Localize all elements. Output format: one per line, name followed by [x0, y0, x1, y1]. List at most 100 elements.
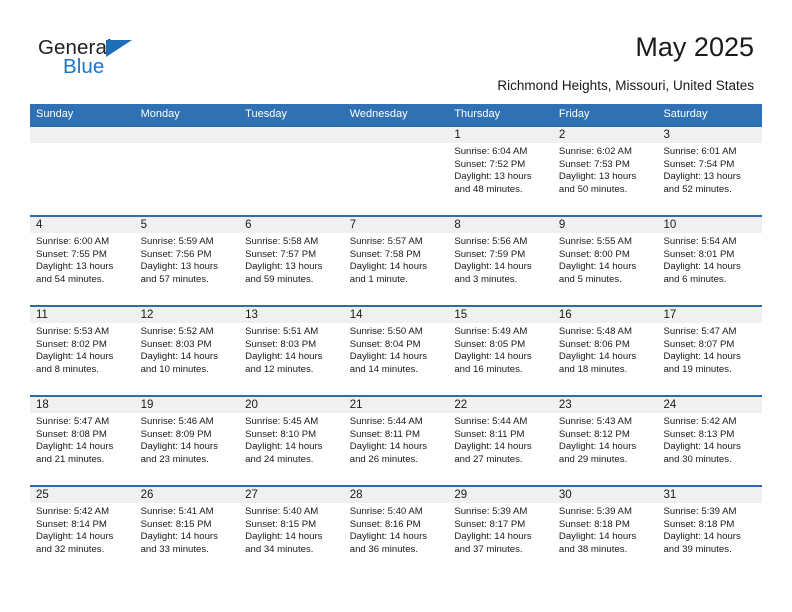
- day-number: 7: [349, 219, 357, 231]
- calendar-week-row: 1 Sunrise: 6:04 AM Sunset: 7:52 PM Daylight…: [30, 125, 763, 215]
- day-sun-info: Sunrise: 5:58 AM Sunset: 7:57 PM Daylight:…: [239, 233, 344, 286]
- calendar-day-cell[interactable]: 20 Sunrise: 5:45 AM Sunset: 8:10 PM Dayligh…: [239, 397, 344, 485]
- sunrise-text: Sunrise: 5:56 AM: [454, 236, 528, 247]
- sunset-text: Sunset: 8:11 PM: [349, 428, 420, 440]
- logo-text-blue: Blue: [63, 55, 105, 78]
- day-number-band: 20: [239, 397, 344, 413]
- calendar-day-cell[interactable]: 23 Sunrise: 5:43 AM Sunset: 8:12 PM Dayligh…: [552, 397, 658, 485]
- calendar-day-cell[interactable]: 21 Sunrise: 5:44 AM Sunset: 8:11 PM Dayligh…: [343, 397, 449, 485]
- day-number: 3: [663, 129, 670, 141]
- calendar-day-cell[interactable]: 2 Sunrise: 6:02 AM Sunset: 7:53 PM Daylight…: [552, 127, 658, 215]
- calendar-day-cell[interactable]: 8 Sunrise: 5:56 AM Sunset: 7:59 PM Daylight…: [448, 217, 553, 305]
- daylight-text-line2: and 36 minutes.: [349, 543, 419, 555]
- calendar-day-cell[interactable]: 24 Sunrise: 5:42 AM Sunset: 8:13 PM Dayligh…: [657, 397, 763, 485]
- day-sun-info: Sunrise: 5:44 AM Sunset: 8:11 PM Daylight:…: [344, 413, 449, 466]
- calendar-day-cell[interactable]: 13 Sunrise: 5:51 AM Sunset: 8:03 PM Dayligh…: [239, 307, 344, 395]
- day-sun-info: Sunrise: 5:43 AM Sunset: 8:12 PM Daylight:…: [553, 413, 658, 466]
- day-number-band: 26: [134, 487, 240, 503]
- calendar-day-cell[interactable]: 7 Sunrise: 5:57 AM Sunset: 7:58 PM Daylight…: [343, 217, 449, 305]
- page-title: May 2025: [635, 32, 754, 62]
- calendar-day-cell[interactable]: 28 Sunrise: 5:40 AM Sunset: 8:16 PM Dayligh…: [343, 487, 449, 575]
- day-number: 13: [245, 309, 258, 321]
- daylight-text-line1: Daylight: 14 hours: [140, 351, 218, 363]
- day-sun-info: Sunrise: 5:56 AM Sunset: 7:59 PM Daylight:…: [448, 233, 553, 286]
- general-blue-logo[interactable]: General Blue: [38, 36, 168, 84]
- calendar-day-cell[interactable]: 17 Sunrise: 5:47 AM Sunset: 8:07 PM Dayligh…: [657, 307, 763, 395]
- calendar-day-cell[interactable]: 31 Sunrise: 5:39 AM Sunset: 8:18 PM Dayligh…: [657, 487, 763, 575]
- calendar-day-cell[interactable]: 12 Sunrise: 5:52 AM Sunset: 8:03 PM Dayligh…: [134, 307, 240, 395]
- weekday-header-sunday: Sunday: [36, 108, 74, 120]
- sunset-text: Sunset: 8:15 PM: [245, 518, 317, 530]
- day-number-band: 9: [552, 217, 658, 233]
- sunrise-text: Sunrise: 5:47 AM: [36, 416, 110, 427]
- day-number: 24: [663, 399, 677, 411]
- sunset-text: Sunset: 8:13 PM: [663, 428, 735, 440]
- day-number: 15: [454, 309, 468, 321]
- daylight-text-line1: Daylight: 14 hours: [36, 531, 114, 543]
- sunset-text: Sunset: 7:56 PM: [140, 248, 212, 260]
- calendar-day-cell[interactable]: 10 Sunrise: 5:54 AM Sunset: 8:01 PM Dayligh…: [657, 217, 763, 305]
- daylight-text-line2: and 52 minutes.: [663, 183, 732, 195]
- calendar-day-cell[interactable]: 3 Sunrise: 6:01 AM Sunset: 7:54 PM Daylight…: [657, 127, 763, 215]
- calendar-day-cell[interactable]: 16 Sunrise: 5:48 AM Sunset: 8:06 PM Dayligh…: [552, 307, 658, 395]
- day-sun-info: Sunrise: 5:42 AM Sunset: 8:14 PM Daylight:…: [30, 503, 135, 556]
- day-number: 1: [454, 129, 461, 141]
- calendar-day-cell[interactable]: 27 Sunrise: 5:40 AM Sunset: 8:15 PM Dayligh…: [239, 487, 344, 575]
- calendar-day-cell-empty: [239, 127, 344, 215]
- daylight-text-line1: Daylight: 13 hours: [245, 261, 323, 273]
- day-number: 11: [36, 309, 48, 321]
- day-number-band: 25: [30, 487, 135, 503]
- day-sun-info: Sunrise: 5:51 AM Sunset: 8:03 PM Daylight:…: [239, 323, 344, 376]
- sunset-text: Sunset: 8:15 PM: [140, 518, 212, 530]
- daylight-text-line1: Daylight: 14 hours: [663, 441, 741, 453]
- day-number: 9: [558, 219, 566, 231]
- sunrise-text: Sunrise: 6:04 AM: [454, 146, 528, 157]
- calendar-day-cell[interactable]: 6 Sunrise: 5:58 AM Sunset: 7:57 PM Daylight…: [239, 217, 344, 305]
- daylight-text-line2: and 1 minute.: [349, 273, 408, 285]
- sunset-text: Sunset: 7:53 PM: [558, 158, 630, 170]
- day-number: 12: [140, 309, 154, 321]
- daylight-text-line2: and 24 minutes.: [245, 453, 314, 465]
- calendar-week-row: 4 Sunrise: 6:00 AM Sunset: 7:55 PM Daylight…: [30, 215, 763, 305]
- calendar-day-cell[interactable]: 19 Sunrise: 5:46 AM Sunset: 8:09 PM Dayligh…: [134, 397, 240, 485]
- daylight-text-line2: and 34 minutes.: [245, 543, 314, 555]
- calendar-day-cell[interactable]: 9 Sunrise: 5:55 AM Sunset: 8:00 PM Daylight…: [552, 217, 658, 305]
- day-number-band: 14: [343, 307, 449, 323]
- sunset-text: Sunset: 8:08 PM: [36, 428, 107, 440]
- calendar-day-cell[interactable]: 25 Sunrise: 5:42 AM Sunset: 8:14 PM Dayligh…: [30, 487, 135, 575]
- day-number-band: 13: [239, 307, 344, 323]
- calendar-day-cell[interactable]: 29 Sunrise: 5:39 AM Sunset: 8:17 PM Dayligh…: [448, 487, 553, 575]
- daylight-text-line1: Daylight: 14 hours: [349, 261, 428, 273]
- sunset-text: Sunset: 8:09 PM: [140, 428, 212, 440]
- calendar-day-cell[interactable]: 5 Sunrise: 5:59 AM Sunset: 7:56 PM Daylight…: [134, 217, 240, 305]
- calendar-day-cell[interactable]: 26 Sunrise: 5:41 AM Sunset: 8:15 PM Dayligh…: [134, 487, 240, 575]
- calendar-day-cell[interactable]: 14 Sunrise: 5:50 AM Sunset: 8:04 PM Dayligh…: [343, 307, 449, 395]
- sunrise-text: Sunrise: 5:59 AM: [140, 236, 214, 247]
- day-sun-info: Sunrise: 5:42 AM Sunset: 8:13 PM Daylight:…: [657, 413, 762, 466]
- sunset-text: Sunset: 8:11 PM: [454, 428, 525, 440]
- calendar-week-row: 18 Sunrise: 5:47 AM Sunset: 8:08 PM Dayligh…: [30, 395, 763, 485]
- calendar-day-cell[interactable]: 15 Sunrise: 5:49 AM Sunset: 8:05 PM Dayligh…: [448, 307, 553, 395]
- day-number-band: [239, 127, 344, 143]
- day-number-band: 29: [448, 487, 553, 503]
- day-number: 26: [140, 489, 154, 501]
- sunset-text: Sunset: 8:03 PM: [140, 338, 212, 350]
- sunrise-text: Sunrise: 5:51 AM: [245, 326, 319, 337]
- daylight-text-line2: and 27 minutes.: [454, 453, 523, 465]
- sunrise-text: Sunrise: 6:02 AM: [558, 146, 632, 157]
- daylight-text-line1: Daylight: 13 hours: [454, 171, 532, 183]
- daylight-text-line2: and 38 minutes.: [558, 543, 628, 555]
- calendar-day-cell[interactable]: 30 Sunrise: 5:39 AM Sunset: 8:18 PM Dayligh…: [552, 487, 658, 575]
- calendar-day-cell[interactable]: 11 Sunrise: 5:53 AM Sunset: 8:02 PM Dayligh…: [30, 307, 135, 395]
- daylight-text-line1: Daylight: 14 hours: [245, 351, 323, 363]
- day-sun-info: Sunrise: 5:47 AM Sunset: 8:07 PM Daylight:…: [657, 323, 762, 376]
- day-number: 6: [245, 219, 252, 231]
- calendar-day-cell[interactable]: 18 Sunrise: 5:47 AM Sunset: 8:08 PM Dayligh…: [30, 397, 135, 485]
- day-number-band: 21: [343, 397, 449, 413]
- calendar-day-cell[interactable]: 4 Sunrise: 6:00 AM Sunset: 7:55 PM Daylight…: [30, 217, 135, 305]
- sunrise-text: Sunrise: 5:58 AM: [245, 236, 319, 247]
- day-sun-info: Sunrise: 5:39 AM Sunset: 8:17 PM Daylight:…: [448, 503, 553, 556]
- calendar-day-cell[interactable]: 1 Sunrise: 6:04 AM Sunset: 7:52 PM Daylight…: [448, 127, 553, 215]
- day-number-band: [134, 127, 240, 143]
- calendar-day-cell[interactable]: 22 Sunrise: 5:44 AM Sunset: 8:11 PM Dayligh…: [448, 397, 553, 485]
